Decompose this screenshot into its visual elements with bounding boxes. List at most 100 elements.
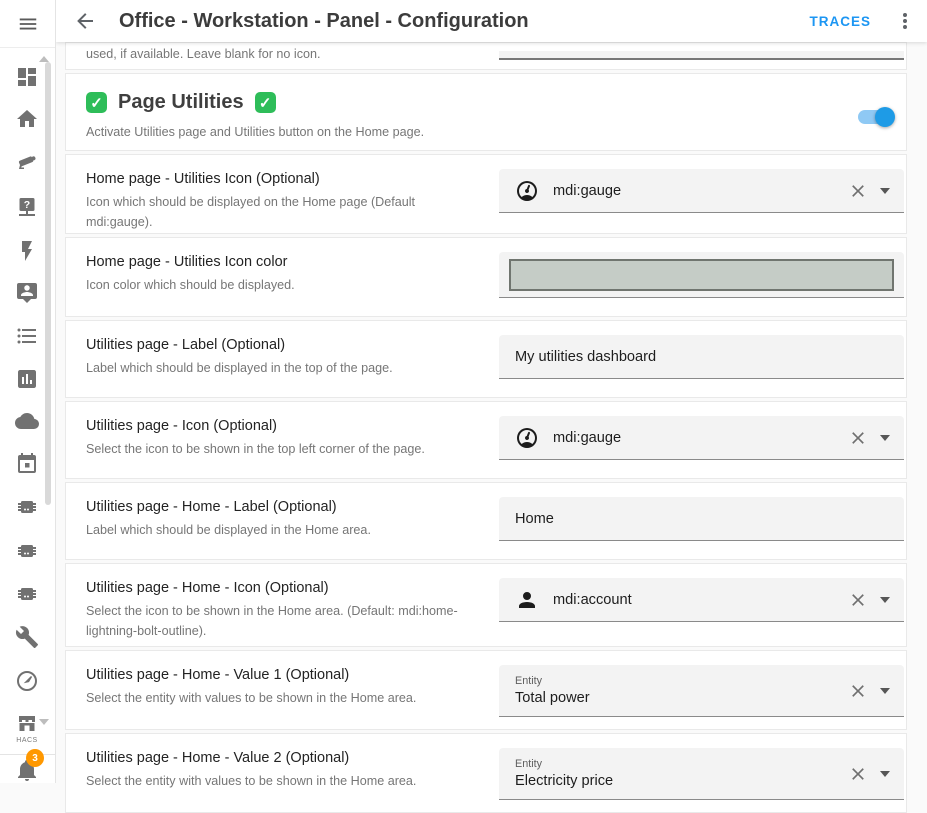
row-description: Select the icon to be shown in the top l… <box>86 440 491 460</box>
config-row-home-label: Utilities page - Home - Label (Optional)… <box>65 482 907 560</box>
toggle-thumb <box>875 107 895 127</box>
dropdown-caret-icon[interactable] <box>880 435 890 441</box>
row-label: Utilities page - Icon (Optional) <box>86 418 491 434</box>
config-row-home-icon: Utilities page - Home - Icon (Optional) … <box>65 563 907 647</box>
sidebar-item-esphome-2[interactable] <box>15 539 39 563</box>
overflow-menu-icon[interactable] <box>893 9 917 33</box>
sidebar-header <box>0 0 55 48</box>
sidebar-scroll-down-icon[interactable] <box>39 719 49 725</box>
input-value: mdi:gauge <box>553 430 621 446</box>
svg-text:?: ? <box>24 199 30 211</box>
wrench-icon <box>15 625 39 649</box>
entity-picker-input[interactable]: Entity Electricity price <box>499 748 904 800</box>
tooltip-account-icon <box>15 281 39 305</box>
sidebar-item-esphome-3[interactable] <box>15 582 39 606</box>
sidebar: ? HACS 3 <box>0 0 56 783</box>
input-floating-label: Entity <box>515 758 613 770</box>
help-network-icon: ? <box>15 195 39 219</box>
config-row-utilities-page-icon: Utilities page - Icon (Optional) Select … <box>65 401 907 479</box>
calendar-icon <box>15 452 39 476</box>
input-value: mdi:account <box>553 592 632 608</box>
view-dashboard-icon <box>15 65 39 89</box>
menu-icon[interactable] <box>17 13 39 35</box>
sidebar-item-energy[interactable] <box>15 239 39 263</box>
sidebar-item-help-network[interactable]: ? <box>15 195 39 219</box>
lightning-bolt-icon <box>15 239 39 263</box>
input-value: Home <box>515 511 554 527</box>
config-row-utilities-label: Utilities page - Label (Optional) Label … <box>65 320 907 398</box>
sidebar-item-users[interactable] <box>15 281 39 305</box>
app-bar: Office - Workstation - Panel - Configura… <box>56 0 927 42</box>
row-description: Select the entity with values to be show… <box>86 689 491 709</box>
sidebar-item-esphome-1[interactable] <box>15 495 39 519</box>
row-label: Utilities page - Home - Icon (Optional) <box>86 580 491 596</box>
entity-picker-input[interactable]: Entity Total power <box>499 665 904 717</box>
sidebar-item-calendar[interactable] <box>15 452 39 476</box>
row-label: Utilities page - Label (Optional) <box>86 337 491 353</box>
sidebar-scrollbar[interactable] <box>45 62 51 505</box>
section-page-utilities: ✓ Page Utilities ✓ Activate Utilities pa… <box>65 73 907 151</box>
chip-icon <box>15 539 39 563</box>
hacs-store-icon <box>15 712 39 736</box>
row-description: Select the icon to be shown in the Home … <box>86 602 491 641</box>
dropdown-caret-icon[interactable] <box>880 188 890 194</box>
back-arrow-icon[interactable] <box>73 9 97 33</box>
account-icon <box>515 588 539 612</box>
cloud-icon <box>15 409 39 433</box>
home-icon <box>15 107 39 131</box>
clear-icon[interactable] <box>848 681 868 701</box>
input-value: mdi:gauge <box>553 183 621 199</box>
color-input[interactable] <box>499 252 904 298</box>
page-utilities-toggle[interactable] <box>858 110 892 124</box>
gauge-icon <box>515 179 539 203</box>
sidebar-item-developer-tools[interactable] <box>15 625 39 649</box>
text-input[interactable]: Home <box>499 497 904 541</box>
row-description: used, if available. Leave blank for no i… <box>86 45 491 65</box>
row-description: Label which should be displayed in the t… <box>86 359 491 379</box>
input-value: Total power <box>515 690 590 706</box>
sidebar-item-home[interactable] <box>15 107 39 131</box>
dropdown-caret-icon[interactable] <box>880 688 890 694</box>
icon-picker-input[interactable]: mdi:gauge <box>499 416 904 460</box>
sidebar-item-history[interactable] <box>15 367 39 391</box>
input-floating-label: Entity <box>515 675 590 687</box>
dropdown-caret-icon[interactable] <box>880 597 890 603</box>
sidebar-item-gauge[interactable] <box>15 669 39 693</box>
input-value: My utilities dashboard <box>515 349 656 365</box>
cctv-icon <box>15 150 39 174</box>
gauge-outline-icon <box>15 669 39 693</box>
row-label: Home page - Utilities Icon color <box>86 254 491 270</box>
section-title: Page Utilities <box>118 91 244 114</box>
notification-badge: 3 <box>26 749 44 767</box>
row-description: Label which should be displayed in the H… <box>86 521 491 541</box>
text-input[interactable]: My utilities dashboard <box>499 335 904 379</box>
chart-box-icon <box>15 367 39 391</box>
row-label: Utilities page - Home - Label (Optional) <box>86 499 491 515</box>
dropdown-caret-icon[interactable] <box>880 771 890 777</box>
sidebar-item-dashboards[interactable] <box>15 65 39 89</box>
color-swatch[interactable] <box>509 259 894 291</box>
sidebar-item-cameras[interactable] <box>15 150 39 174</box>
clear-icon[interactable] <box>848 428 868 448</box>
sidebar-item-cloud[interactable] <box>15 409 39 433</box>
clear-icon[interactable] <box>848 590 868 610</box>
clear-icon[interactable] <box>848 764 868 784</box>
page-title: Office - Workstation - Panel - Configura… <box>119 10 529 33</box>
row-label: Utilities page - Home - Value 1 (Optiona… <box>86 667 491 683</box>
icon-picker-input[interactable]: mdi:account <box>499 578 904 622</box>
text-input-partial[interactable] <box>499 51 904 60</box>
check-emoji-icon: ✓ <box>86 92 107 113</box>
hacs-label: HACS <box>0 737 54 744</box>
row-label: Home page - Utilities Icon (Optional) <box>86 171 491 187</box>
todo-list-icon <box>15 324 39 348</box>
clear-icon[interactable] <box>848 181 868 201</box>
sidebar-item-todo[interactable] <box>15 324 39 348</box>
config-row-icon-color: Home page - Utilities Icon color Icon co… <box>65 237 907 317</box>
traces-button[interactable]: TRACES <box>809 14 871 29</box>
row-description: Icon which should be displayed on the Ho… <box>86 193 491 232</box>
icon-picker-input[interactable]: mdi:gauge <box>499 169 904 213</box>
config-row-home-value-1: Utilities page - Home - Value 1 (Optiona… <box>65 650 907 730</box>
sidebar-notifications[interactable]: 3 <box>0 754 55 783</box>
sidebar-item-hacs[interactable] <box>15 712 39 736</box>
config-form: used, if available. Leave blank for no i… <box>56 42 927 783</box>
